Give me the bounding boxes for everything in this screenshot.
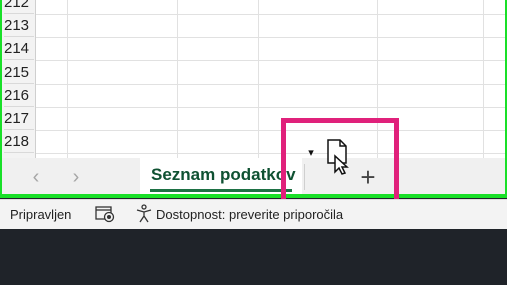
row-gridline — [36, 106, 507, 108]
row-number[interactable]: 212 — [4, 0, 34, 14]
add-sheet-button[interactable]: + — [353, 162, 383, 192]
macro-recording-icon[interactable] — [95, 205, 115, 223]
sheet-tab-seznam-podatkov[interactable]: Seznam podatkov — [140, 158, 302, 196]
accessibility-status[interactable]: Dostopnost: preverite priporočila — [156, 207, 343, 222]
ready-status: Pripravljen — [10, 207, 72, 222]
row-number[interactable]: 217 — [4, 107, 34, 130]
tab-separator — [304, 164, 305, 190]
row-number[interactable]: 218 — [4, 130, 34, 154]
row-gridline — [36, 83, 507, 85]
column-gridline — [67, 0, 68, 160]
column-gridline — [377, 0, 378, 160]
row-number[interactable]: 216 — [4, 84, 34, 107]
caret-down-icon[interactable]: ▾ — [304, 146, 318, 160]
active-tab-underline — [150, 189, 292, 192]
row-number[interactable]: 213 — [4, 14, 34, 38]
chevron-left-icon[interactable]: ‹ — [24, 166, 48, 188]
column-gridline — [258, 0, 259, 160]
row-gridline — [36, 14, 507, 15]
row-number[interactable]: 215 — [4, 61, 34, 84]
sheet-tab-bar: ‹ › Seznam podatkov — [0, 158, 507, 196]
drag-document-cursor-icon — [327, 139, 349, 175]
row-number[interactable]: 214 — [4, 37, 34, 61]
accessibility-icon[interactable] — [135, 204, 153, 223]
chevron-right-icon[interactable]: › — [64, 166, 88, 188]
row-gridline — [36, 153, 507, 155]
row-gridline — [36, 130, 507, 131]
sheet-tab-label: Seznam podatkov — [151, 165, 296, 184]
row-gridline — [36, 37, 507, 39]
row-gridline — [36, 60, 507, 62]
column-gridline — [177, 0, 178, 160]
status-bar: Pripravljen Dostopnost: preverite pripor… — [0, 199, 507, 229]
column-gridline — [483, 0, 484, 160]
